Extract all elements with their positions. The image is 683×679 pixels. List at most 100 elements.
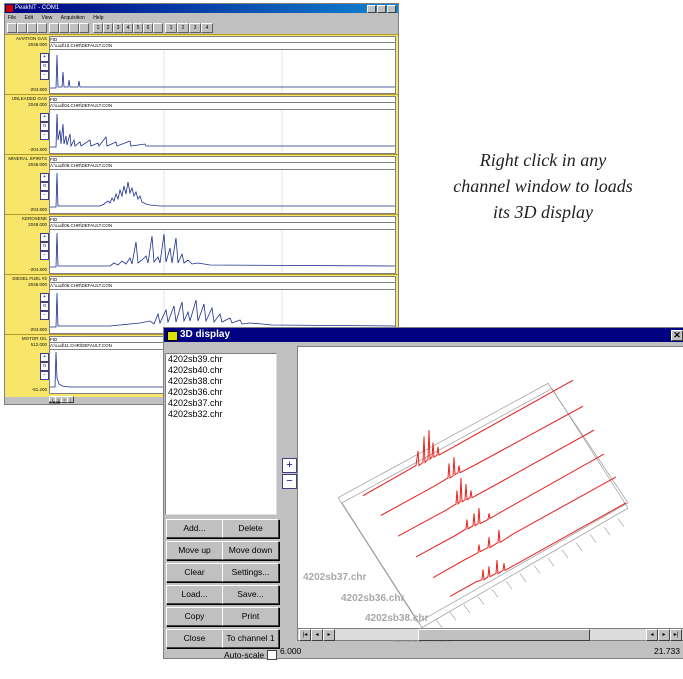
- zoom-reset-icon[interactable]: o: [40, 302, 49, 311]
- channel-panel[interactable]: KEROSENE 2048.000 -204.800 FID A:\Lud\06…: [5, 214, 398, 275]
- load-button[interactable]: Load...: [166, 585, 223, 604]
- scroll-right-end-icon[interactable]: ▸: [658, 629, 670, 641]
- add-button[interactable]: Add...: [166, 519, 223, 538]
- grid-icon[interactable]: [59, 23, 69, 33]
- chart-icon[interactable]: [79, 23, 89, 33]
- tool-icon[interactable]: [49, 23, 59, 33]
- zoom-out-icon[interactable]: −: [40, 251, 49, 260]
- save-button[interactable]: Save...: [222, 585, 279, 604]
- list-item[interactable]: 4202sb37.chr: [166, 398, 276, 409]
- list-item[interactable]: 4202sb39.chr: [166, 354, 276, 365]
- zoom-reset-icon[interactable]: o: [40, 362, 49, 371]
- zoom-out-icon[interactable]: −: [40, 371, 49, 380]
- zoom-out-icon[interactable]: −: [40, 71, 49, 80]
- menu-edit[interactable]: Edit: [24, 15, 33, 21]
- channel-panel[interactable]: DIESEL FUEL #2 2048.000 -204.800 FID A:\…: [5, 274, 398, 335]
- trace-3: [397, 429, 595, 537]
- clear-button[interactable]: Clear: [166, 563, 223, 582]
- close-icon[interactable]: ✕: [671, 330, 683, 341]
- toolbar-num-1[interactable]: 1: [93, 23, 103, 33]
- minimize-icon[interactable]: [367, 5, 376, 13]
- zoom-reset-icon[interactable]: o: [40, 122, 49, 131]
- scroll-last-icon[interactable]: ▸|: [670, 629, 682, 641]
- chromatogram-plot[interactable]: [49, 229, 396, 274]
- chromatogram-plot[interactable]: [49, 49, 396, 94]
- list-item[interactable]: 4202sb36.chr: [166, 387, 276, 398]
- trace-6: [449, 502, 627, 597]
- to-channel-button[interactable]: To channel 1: [222, 629, 279, 648]
- list-item[interactable]: 4202sb40.chr: [166, 365, 276, 376]
- channel-ymin: -204.800: [29, 87, 47, 92]
- delete-button[interactable]: Delete: [222, 519, 279, 538]
- zoom-in-icon[interactable]: +: [40, 113, 49, 122]
- close-button[interactable]: Close: [166, 629, 223, 648]
- horizontal-scrollbar[interactable]: |◂ ◂ ▸ ◂ ▸ ▸|: [297, 628, 683, 641]
- trace-1: [362, 379, 574, 497]
- channel-panel[interactable]: MINERAL SPIRITS 2048.000 -204.800 FID A:…: [5, 154, 398, 215]
- move-up-button[interactable]: Move up: [166, 541, 223, 560]
- zoom-in-icon[interactable]: +: [40, 293, 49, 302]
- toolbar-num-6[interactable]: 6: [143, 23, 153, 33]
- toolbar-num-4[interactable]: 4: [123, 23, 133, 33]
- list-item[interactable]: 4202sb32.chr: [166, 409, 276, 420]
- chromatogram-plot[interactable]: [49, 109, 396, 154]
- zoom-in-icon[interactable]: +: [40, 233, 49, 242]
- caption-line-2: channel window to loads: [453, 176, 633, 196]
- menu-file[interactable]: File: [8, 15, 16, 21]
- settings-button[interactable]: Settings...: [222, 563, 279, 582]
- zoom-out-icon[interactable]: −: [40, 131, 49, 140]
- file-list[interactable]: 4202sb39.chr 4202sb40.chr 4202sb38.chr 4…: [165, 353, 277, 515]
- channel-panel[interactable]: UNLEADED GAS 2048.000 -204.800 FID A:\Lu…: [5, 94, 398, 155]
- display3d-window: 3D display ✕ 4202sb39.chr 4202sb40.chr 4…: [163, 327, 683, 660]
- zoom-in-icon[interactable]: +: [282, 458, 297, 473]
- zoom-icon[interactable]: [69, 23, 79, 33]
- print-button[interactable]: Print: [222, 607, 279, 626]
- list-item[interactable]: 4202sb38.chr: [166, 376, 276, 387]
- scroll-right-icon[interactable]: ▸: [323, 629, 335, 641]
- toolbar-num-2[interactable]: 2: [103, 23, 113, 33]
- toolbar-group-3[interactable]: 3: [189, 23, 201, 33]
- scroll-first-icon[interactable]: |◂: [299, 629, 311, 641]
- trace-label: 4202sb38.chr: [365, 613, 429, 624]
- scroll-thumb[interactable]: [418, 629, 590, 641]
- scroll-last-icon[interactable]: |: [67, 396, 74, 403]
- trace-2: [380, 405, 584, 516]
- new-icon[interactable]: [7, 23, 17, 33]
- scroll-left-end-icon[interactable]: ◂: [646, 629, 658, 641]
- zoom-out-icon[interactable]: −: [282, 474, 297, 489]
- caption-line-1: Right click in any: [479, 150, 607, 170]
- print-icon[interactable]: [37, 23, 47, 33]
- menu-view[interactable]: View: [41, 15, 52, 21]
- save-icon[interactable]: [27, 23, 37, 33]
- zoom-in-icon[interactable]: +: [40, 353, 49, 362]
- move-down-button[interactable]: Move down: [222, 541, 279, 560]
- channel-panel[interactable]: AVIATION GAS 2048.000 -204.800 FID A:\Lu…: [5, 34, 398, 95]
- caption: Right click in any channel window to loa…: [418, 147, 668, 225]
- menu-help[interactable]: Help: [93, 15, 103, 21]
- toolbar-num-3[interactable]: 3: [113, 23, 123, 33]
- autoscale-checkbox[interactable]: [267, 650, 277, 660]
- toolbar-blank[interactable]: [153, 23, 163, 33]
- zoom-in-icon[interactable]: +: [40, 173, 49, 182]
- zoom-reset-icon[interactable]: o: [40, 242, 49, 251]
- menu-acquisition[interactable]: Acquisition: [61, 15, 85, 21]
- zoom-reset-icon[interactable]: o: [40, 182, 49, 191]
- close-icon[interactable]: [387, 5, 396, 13]
- trace-4: [415, 453, 605, 558]
- maximize-icon[interactable]: [377, 5, 386, 13]
- zoom-reset-icon[interactable]: o: [40, 62, 49, 71]
- toolbar-group-2[interactable]: 2: [177, 23, 189, 33]
- scroll-left-icon[interactable]: ◂: [311, 629, 323, 641]
- toolbar-num-5[interactable]: 5: [133, 23, 143, 33]
- zoom-out-icon[interactable]: −: [40, 191, 49, 200]
- toolbar-group-4[interactable]: 4: [201, 23, 213, 33]
- caption-line-3: its 3D display: [492, 202, 593, 222]
- channel-ymin: -51.200: [31, 387, 47, 392]
- toolbar-group-1[interactable]: 1: [165, 23, 177, 33]
- copy-button[interactable]: Copy: [166, 607, 223, 626]
- channel-ymax: 2048.000: [28, 282, 47, 287]
- zoom-in-icon[interactable]: +: [40, 53, 49, 62]
- zoom-out-icon[interactable]: −: [40, 311, 49, 320]
- chromatogram-plot[interactable]: [49, 169, 396, 214]
- open-icon[interactable]: [17, 23, 27, 33]
